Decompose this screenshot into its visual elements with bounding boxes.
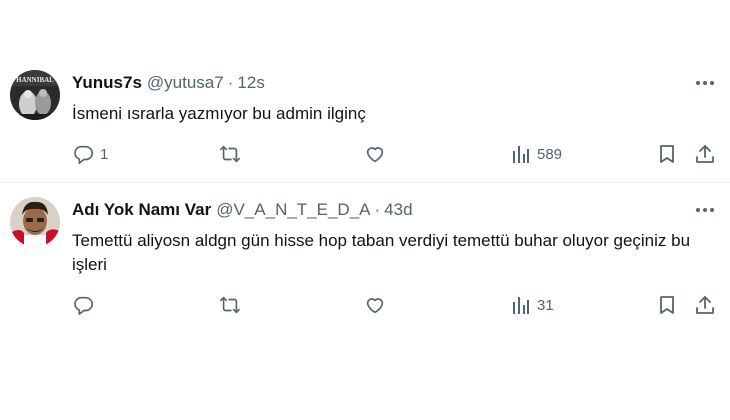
- tweet-actions: 31: [0, 292, 730, 318]
- avatar-caption: HANNIBAL: [16, 76, 54, 84]
- reply-icon: [72, 143, 94, 165]
- tweet-text: Temettü aliyosn aldgn gün hisse hop taba…: [72, 231, 691, 274]
- share-button[interactable]: [694, 141, 716, 167]
- user-handle[interactable]: @yutusa7: [147, 73, 224, 93]
- avatar[interactable]: HANNIBAL: [10, 70, 60, 120]
- avatar[interactable]: [10, 197, 60, 247]
- views-icon: [511, 294, 531, 316]
- separator-dot: ·: [227, 73, 234, 92]
- more-icon[interactable]: [694, 74, 716, 92]
- views-button[interactable]: 31: [511, 292, 554, 318]
- views-icon: [511, 143, 531, 165]
- more-icon[interactable]: [694, 201, 716, 219]
- heart-icon: [363, 143, 387, 165]
- tweet-actions: 1 589: [0, 141, 730, 167]
- display-name[interactable]: Yunus7s: [72, 73, 142, 93]
- bookmark-icon: [657, 294, 677, 316]
- display-name[interactable]: Adı Yok Namı Var: [72, 200, 211, 220]
- tweet[interactable]: HANNIBAL Yunus7s @yutusa7 · 12s İsmeni ı…: [0, 56, 730, 182]
- reply-icon: [72, 294, 94, 316]
- tweet-header: Yunus7s @yutusa7 · 12s: [72, 72, 265, 94]
- bookmark-icon: [657, 143, 677, 165]
- view-count: 31: [537, 296, 554, 314]
- timestamp[interactable]: 12s: [237, 73, 264, 93]
- tweet-header: Adı Yok Namı Var @V_A_N_T_E_D_A · 43d: [72, 199, 413, 221]
- heart-icon: [363, 294, 387, 316]
- retweet-icon: [218, 294, 242, 316]
- reply-button[interactable]: [72, 292, 100, 318]
- view-count: 589: [537, 145, 563, 163]
- like-button[interactable]: [363, 141, 393, 167]
- timeline: HANNIBAL Yunus7s @yutusa7 · 12s İsmeni ı…: [0, 0, 730, 420]
- retweet-button[interactable]: [218, 141, 248, 167]
- reply-button[interactable]: 1: [72, 141, 108, 167]
- share-icon: [694, 294, 716, 316]
- bookmark-button[interactable]: [657, 292, 677, 318]
- share-button[interactable]: [694, 292, 716, 318]
- reply-count: 1: [100, 145, 109, 163]
- retweet-icon: [218, 143, 242, 165]
- tweet[interactable]: Adı Yok Namı Var @V_A_N_T_E_D_A · 43d Te…: [0, 183, 730, 333]
- tweet-text: İsmeni ısrarla yazmıyor bu admin ilginç: [72, 104, 366, 123]
- bookmark-button[interactable]: [657, 141, 677, 167]
- like-button[interactable]: [363, 292, 393, 318]
- share-icon: [694, 143, 716, 165]
- user-handle[interactable]: @V_A_N_T_E_D_A: [216, 200, 370, 220]
- separator-dot: ·: [374, 200, 381, 219]
- retweet-button[interactable]: [218, 292, 248, 318]
- timestamp[interactable]: 43d: [384, 200, 412, 220]
- views-button[interactable]: 589: [511, 141, 562, 167]
